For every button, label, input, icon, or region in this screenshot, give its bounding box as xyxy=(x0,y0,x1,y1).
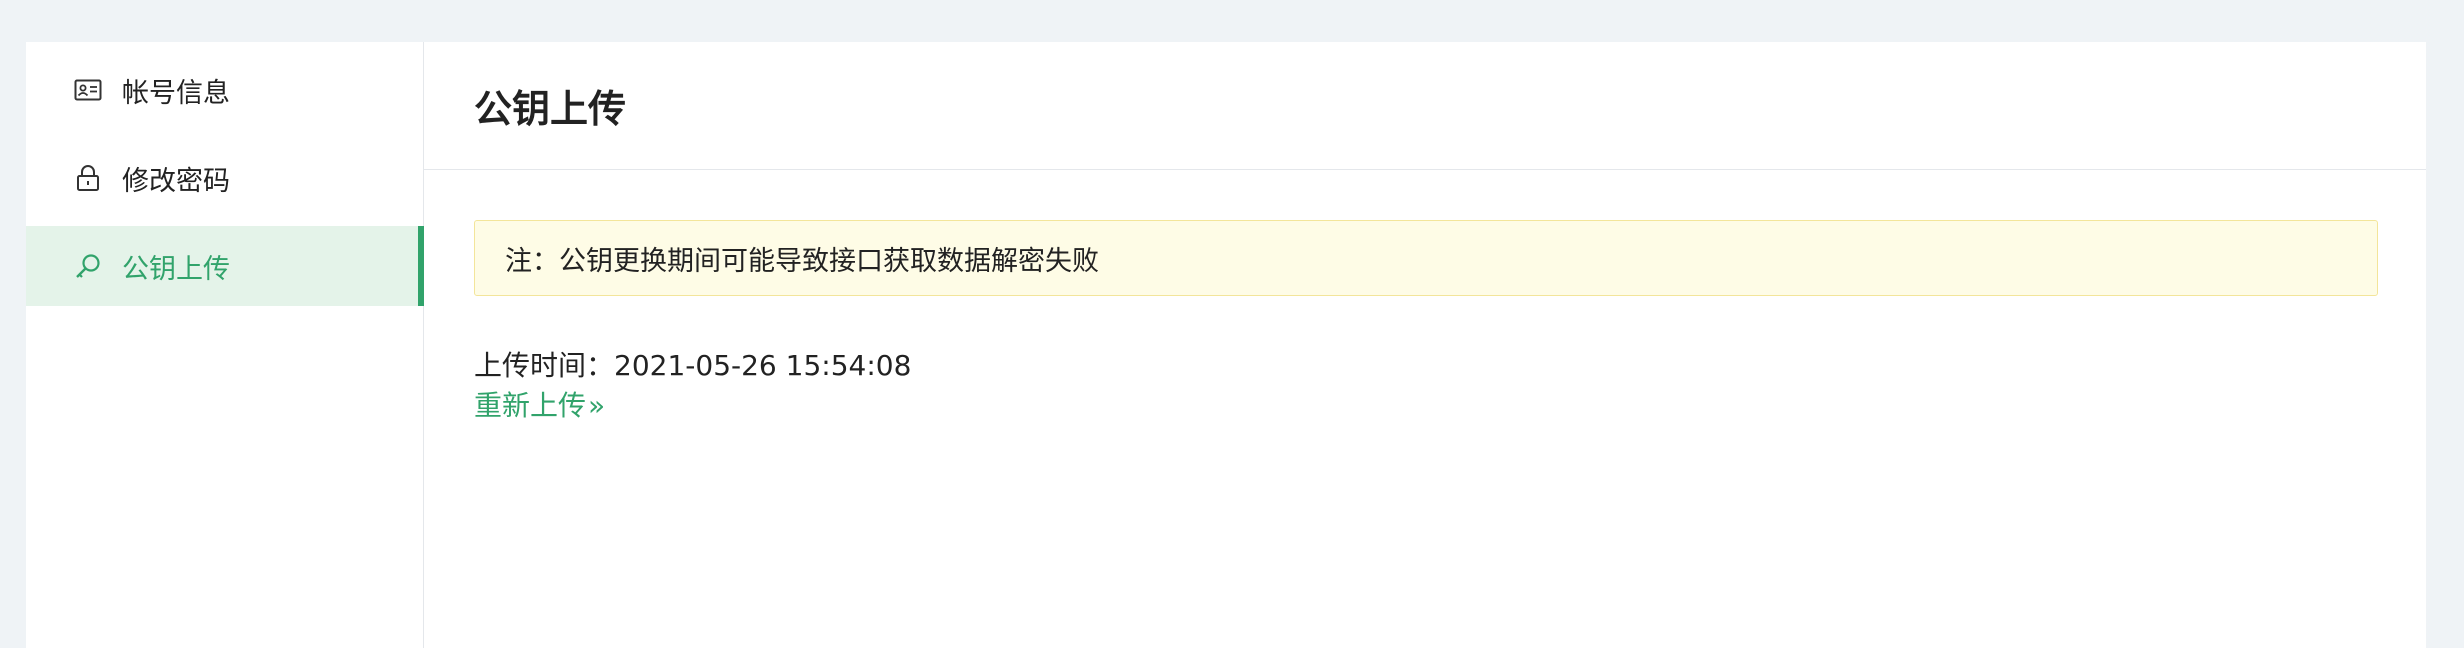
app-window: 帐号信息 修改密码 公钥上传 公钥上传 注：公钥更换期间可能导致接口获取数据解密… xyxy=(26,42,2426,648)
notice-banner: 注：公钥更换期间可能导致接口获取数据解密失败 xyxy=(474,220,2378,296)
sidebar-item-change-password[interactable]: 修改密码 xyxy=(26,138,423,218)
main-body: 注：公钥更换期间可能导致接口获取数据解密失败 上传时间：2021-05-26 1… xyxy=(424,170,2426,426)
double-chevron-right-icon: » xyxy=(588,389,606,422)
upload-time: 上传时间：2021-05-26 15:54:08 xyxy=(474,346,2378,386)
main-header: 公钥上传 xyxy=(424,42,2426,170)
sidebar-item-label: 公钥上传 xyxy=(122,253,230,285)
sidebar-item-account-info[interactable]: 帐号信息 xyxy=(26,50,423,130)
lock-icon xyxy=(72,162,104,194)
sidebar-item-label: 修改密码 xyxy=(122,165,230,197)
upload-time-value: 2021-05-26 15:54:08 xyxy=(614,349,912,382)
sidebar-item-public-key-upload[interactable]: 公钥上传 xyxy=(26,226,424,306)
main-content: 公钥上传 注：公钥更换期间可能导致接口获取数据解密失败 上传时间：2021-05… xyxy=(424,42,2426,648)
reupload-label: 重新上传 xyxy=(474,389,587,422)
key-icon xyxy=(72,250,104,282)
sidebar: 帐号信息 修改密码 公钥上传 xyxy=(26,42,424,648)
id-card-icon xyxy=(72,74,104,106)
upload-time-label: 上传时间： xyxy=(474,349,615,382)
reupload-link[interactable]: 重新上传» xyxy=(474,386,605,426)
sidebar-item-label: 帐号信息 xyxy=(122,77,230,109)
page-title: 公钥上传 xyxy=(474,87,627,131)
